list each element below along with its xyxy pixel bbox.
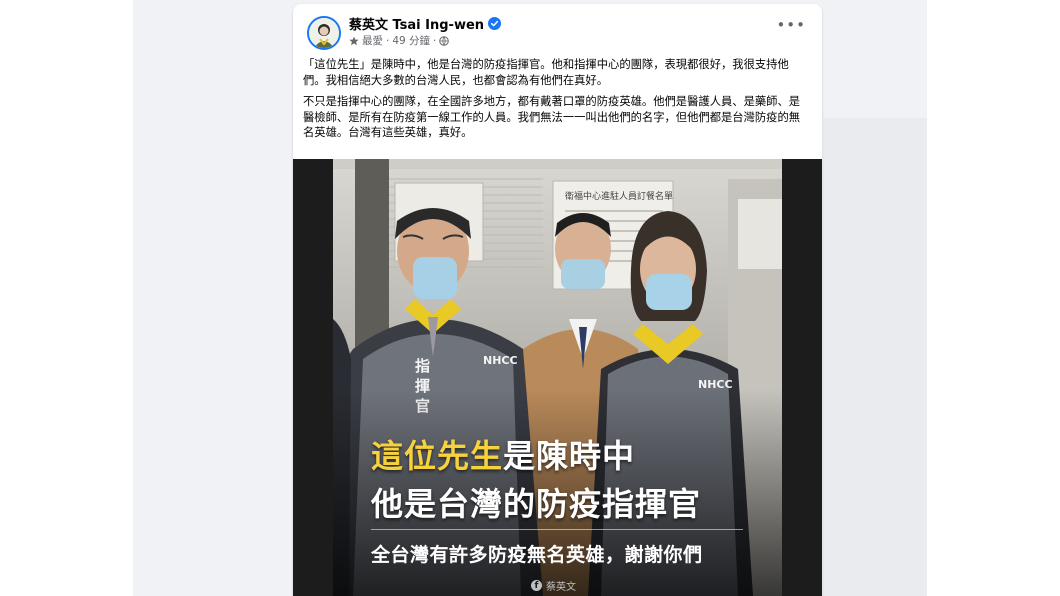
post-text: 「這位先生」是陳時中，他是台灣的防疫指揮官。他和指揮中心的團隊，表現都很好，我很… [303, 57, 808, 147]
author-row: 蔡英文 Tsai Ing-wen [349, 14, 502, 33]
post-meta: 最愛 · 49 分鐘 · [349, 33, 450, 48]
caption-divider [371, 529, 743, 530]
facebook-icon: f [531, 580, 542, 591]
image-caption-line-1: 這位先生是陳時中 [371, 431, 635, 477]
wall-sign-text: 衛福中心進駐人員訂餐名單 [565, 190, 673, 202]
post-paragraph-1: 「這位先生」是陳時中，他是台灣的防疫指揮官。他和指揮中心的團隊，表現都很好，我很… [303, 58, 789, 87]
image-caption-line-3: 全台灣有許多防疫無名英雄，謝謝你們 [371, 544, 703, 566]
image-watermark: f 蔡英文 [531, 578, 576, 593]
star-icon [349, 36, 359, 45]
more-options-button[interactable]: ••• [776, 18, 806, 33]
post-paragraph-2: 不只是指揮中心的團隊，在全國許多地方，都有戴著口罩的防疫英雄。他們是醫護人員、是… [303, 95, 801, 139]
post-time[interactable]: 49 分鐘 [392, 33, 430, 48]
author-name[interactable]: 蔡英文 Tsai Ing-wen [349, 14, 484, 33]
caption-highlight: 這位先生 [371, 437, 504, 475]
meta-separator: · [433, 34, 437, 47]
photo-illustration: 衛福中心進駐人員訂餐名單 指 揮 官 NHCC [333, 159, 782, 596]
image-caption-line-2: 他是台灣的防疫指揮官 [371, 485, 702, 523]
facebook-post: 蔡英文 Tsai Ing-wen 最愛 · 49 分鐘 · ••• 「這位先生」… [293, 4, 822, 596]
author-avatar[interactable] [307, 16, 341, 50]
meta-separator: · [386, 34, 390, 47]
verified-badge-icon [488, 17, 502, 30]
post-image[interactable]: 衛福中心進駐人員訂餐名單 指 揮 官 NHCC [293, 159, 822, 596]
watermark-text: 蔡英文 [546, 582, 576, 593]
vest-logo-left: NHCC [483, 354, 518, 367]
favorite-label: 最愛 [362, 35, 383, 47]
globe-icon[interactable] [439, 35, 450, 46]
feed-right-column [823, 118, 927, 596]
caption-rest: 是陳時中 [503, 437, 636, 475]
vest-vertical-text: 指 [415, 357, 430, 375]
